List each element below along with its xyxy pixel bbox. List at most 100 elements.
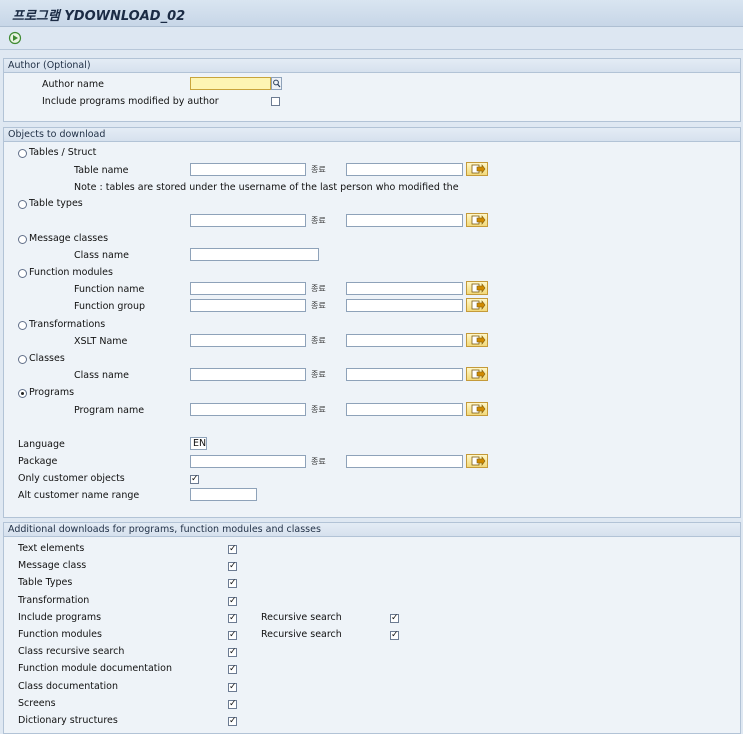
package-high-input[interactable] (346, 455, 463, 468)
class-name-high-input[interactable] (346, 368, 463, 381)
table-types-radio-label: Table types (29, 198, 83, 209)
program-name-multiple-selection-icon[interactable] (466, 402, 488, 416)
xslt-name-label: XSLT Name (74, 336, 128, 347)
message-class-name-label: Class name (74, 250, 129, 261)
transformations-radio[interactable] (18, 321, 27, 330)
class-name-low-input[interactable] (190, 368, 306, 381)
additional-panel: Additional downloads for programs, funct… (3, 522, 741, 734)
table-types-low-input[interactable] (190, 214, 306, 227)
table-types-to-label: 종료 (311, 216, 326, 225)
author-name-input[interactable] (190, 77, 271, 90)
table-types-high-input[interactable] (346, 214, 463, 227)
function-name-multiple-selection-icon[interactable] (466, 281, 488, 295)
recursive-search-label: Recursive search (261, 629, 342, 640)
only-customer-label: Only customer objects (18, 473, 125, 484)
application-toolbar (0, 27, 743, 50)
additional-item-label: Text elements (18, 543, 85, 554)
table-name-to-label: 종료 (311, 165, 326, 174)
alt-range-label: Alt customer name range (18, 490, 140, 501)
classes-radio[interactable] (18, 355, 27, 364)
alt-range-input[interactable] (190, 488, 257, 501)
program-name-to-label: 종료 (311, 405, 326, 414)
tables-radio-label: Tables / Struct (29, 147, 97, 158)
function-modules-radio[interactable] (18, 269, 27, 278)
only-customer-checkbox[interactable]: ✓ (190, 475, 199, 484)
include-modified-checkbox[interactable] (271, 97, 280, 106)
additional-item-checkbox[interactable]: ✓ (228, 648, 237, 657)
execute-icon[interactable] (8, 31, 22, 45)
author-section-title: Author (Optional) (4, 59, 740, 73)
classes-radio-label: Classes (29, 353, 65, 364)
package-low-input[interactable] (190, 455, 306, 468)
include-modified-label: Include programs modified by author (42, 96, 219, 107)
function-group-label: Function group (74, 301, 146, 312)
additional-item-label: Class documentation (18, 681, 118, 692)
function-name-label: Function name (74, 284, 145, 295)
xslt-name-high-input[interactable] (346, 334, 463, 347)
function-group-multiple-selection-icon[interactable] (466, 298, 488, 312)
author-panel: Author (Optional) (3, 58, 741, 122)
additional-item-checkbox[interactable]: ✓ (228, 700, 237, 709)
message-class-name-input[interactable] (190, 248, 319, 261)
class-name-multiple-selection-icon[interactable] (466, 367, 488, 381)
author-name-label: Author name (42, 79, 104, 90)
additional-section-title: Additional downloads for programs, funct… (4, 523, 740, 537)
additional-item-checkbox[interactable]: ✓ (228, 683, 237, 692)
additional-item-checkbox[interactable]: ✓ (228, 631, 237, 640)
additional-item-checkbox[interactable]: ✓ (228, 562, 237, 571)
additional-item-label: Class recursive search (18, 646, 125, 657)
function-group-to-label: 종료 (311, 301, 326, 310)
additional-item-label: Function module documentation (18, 663, 172, 674)
table-name-low-input[interactable] (190, 163, 306, 176)
table-types-multiple-selection-icon[interactable] (466, 213, 488, 227)
additional-item-label: Table Types (18, 577, 73, 588)
table-types-radio[interactable] (18, 200, 27, 209)
class-name-label: Class name (74, 370, 129, 381)
objects-section-title: Objects to download (4, 128, 740, 142)
table-name-high-input[interactable] (346, 163, 463, 176)
recursive-search-label: Recursive search (261, 612, 342, 623)
function-group-high-input[interactable] (346, 299, 463, 312)
additional-item-label: Include programs (18, 612, 102, 623)
program-name-high-input[interactable] (346, 403, 463, 416)
table-name-label: Table name (74, 165, 129, 176)
function-name-to-label: 종료 (311, 284, 326, 293)
additional-item-checkbox[interactable]: ✓ (228, 597, 237, 606)
additional-item-label: Function modules (18, 629, 102, 640)
function-name-low-input[interactable] (190, 282, 306, 295)
additional-item-checkbox[interactable]: ✓ (228, 665, 237, 674)
recursive-search-checkbox[interactable]: ✓ (390, 631, 399, 640)
program-name-label: Program name (74, 405, 145, 416)
message-classes-radio-label: Message classes (29, 233, 109, 244)
additional-item-label: Screens (18, 698, 56, 709)
tables-radio[interactable] (18, 149, 27, 158)
table-name-multiple-selection-icon[interactable] (466, 162, 488, 176)
additional-item-checkbox[interactable]: ✓ (228, 545, 237, 554)
language-label: Language (18, 439, 65, 450)
xslt-name-to-label: 종료 (311, 336, 326, 345)
class-name-to-label: 종료 (311, 370, 326, 379)
program-name-low-input[interactable] (190, 403, 306, 416)
additional-item-checkbox[interactable]: ✓ (228, 614, 237, 623)
additional-item-label: Message class (18, 560, 87, 571)
search-help-icon[interactable] (271, 77, 282, 90)
additional-item-label: Dictionary structures (18, 715, 118, 726)
message-classes-radio[interactable] (18, 235, 27, 244)
additional-item-label: Transformation (18, 595, 90, 606)
recursive-search-checkbox[interactable]: ✓ (390, 614, 399, 623)
language-input[interactable]: EN (190, 437, 207, 450)
function-name-high-input[interactable] (346, 282, 463, 295)
package-to-label: 종료 (311, 457, 326, 466)
xslt-name-multiple-selection-icon[interactable] (466, 333, 488, 347)
additional-item-checkbox[interactable]: ✓ (228, 579, 237, 588)
xslt-name-low-input[interactable] (190, 334, 306, 347)
transformations-radio-label: Transformations (29, 319, 106, 330)
function-modules-radio-label: Function modules (29, 267, 113, 278)
package-label: Package (18, 456, 58, 467)
additional-item-checkbox[interactable]: ✓ (228, 717, 237, 726)
package-multiple-selection-icon[interactable] (466, 454, 488, 468)
programs-radio[interactable] (18, 389, 27, 398)
function-group-low-input[interactable] (190, 299, 306, 312)
tables-note: Note : tables are stored under the usern… (74, 182, 459, 193)
programs-radio-label: Programs (29, 387, 75, 398)
